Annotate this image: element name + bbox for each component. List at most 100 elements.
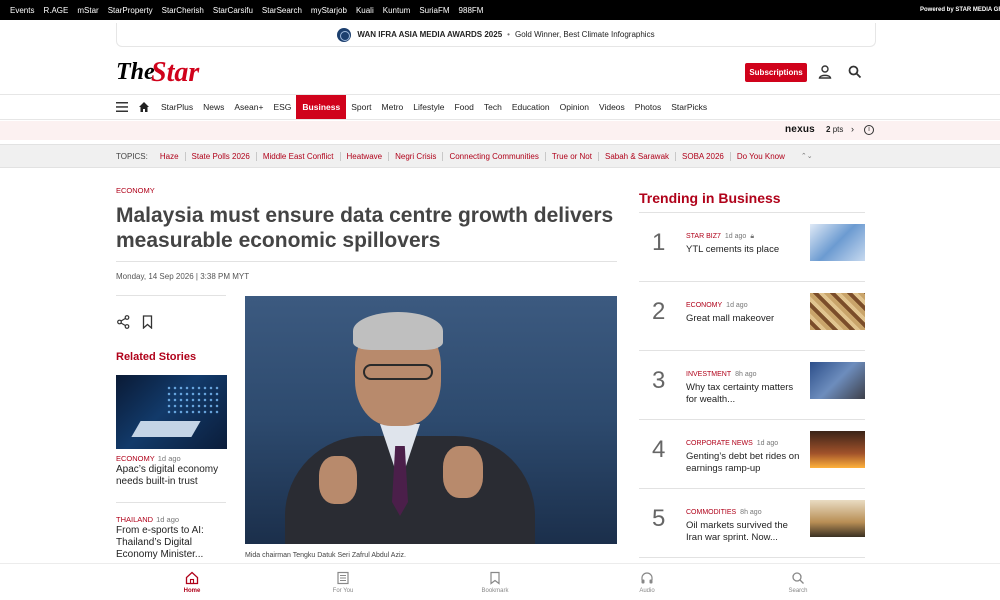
trending-thumbnail[interactable] [810, 362, 865, 399]
article-main-photo [245, 296, 617, 544]
trending-category[interactable]: CORPORATE NEWS [686, 440, 753, 447]
trending-headline[interactable]: Why tax certainty matters for wealth... [686, 382, 806, 406]
nav-business[interactable]: Business [296, 95, 347, 119]
bottom-nav-audio[interactable]: Audio [607, 564, 687, 600]
trending-rank: 4 [652, 436, 666, 463]
article-category[interactable]: ECONOMY [116, 186, 155, 195]
trending-time: 1d ago [756, 440, 779, 447]
nav-asean[interactable]: Asean+ [229, 95, 268, 119]
trending-category[interactable]: STAR BIZ7 [686, 233, 721, 240]
award-subtitle: Gold Winner, Best Climate Infographics [514, 30, 655, 39]
related-story-image[interactable] [116, 375, 227, 449]
topic-link[interactable]: SOBA 2026 [676, 151, 731, 161]
related-story-time: 1d ago [156, 515, 180, 524]
the-star-logo[interactable]: The Star [116, 57, 206, 89]
trending-item[interactable]: 1 STAR BIZ7 1d ago 🔒︎ YTL cements its plac… [639, 213, 865, 282]
network-link-rage[interactable]: R.AGE [43, 6, 68, 15]
related-story-category[interactable]: THAILAND [116, 515, 153, 524]
related-story-title[interactable]: From e-sports to AI: Thailand’s Digital … [116, 525, 226, 561]
network-link-starcherish[interactable]: StarCherish [162, 6, 204, 15]
trending-item[interactable]: 4 CORPORATE NEWS 1d ago Genting’s debt be… [639, 420, 865, 489]
nav-photos[interactable]: Photos [630, 95, 666, 119]
nav-tech[interactable]: Tech [479, 95, 507, 119]
nav-esg[interactable]: ESG [268, 95, 296, 119]
share-icon[interactable] [117, 315, 130, 329]
bottom-nav-for-you[interactable]: For You [303, 564, 383, 600]
related-story-category[interactable]: ECONOMY [116, 454, 155, 463]
topic-link[interactable]: Sabah & Sarawak [599, 151, 677, 161]
info-icon[interactable]: i [864, 125, 874, 135]
photo-hand [443, 446, 483, 498]
chevron-right-icon[interactable]: › [851, 124, 854, 134]
bottom-nav-search[interactable]: Search [758, 564, 838, 600]
network-link-mstar[interactable]: mStar [77, 6, 98, 15]
trending-thumbnail[interactable] [810, 500, 865, 537]
network-link-events[interactable]: Events [10, 6, 34, 15]
trending-category[interactable]: COMMODITIES [686, 509, 736, 516]
nav-opinion[interactable]: Opinion [555, 95, 594, 119]
nav-starplus[interactable]: StarPlus [156, 95, 198, 119]
user-icon[interactable] [817, 64, 833, 80]
nexus-points[interactable]: 2 pts [826, 125, 843, 134]
trending-headline[interactable]: Genting’s debt bet rides on earnings ram… [686, 451, 806, 475]
topic-link[interactable]: Heatwave [341, 151, 390, 161]
topic-link[interactable]: Do You Know [731, 152, 791, 161]
nav-metro[interactable]: Metro [377, 95, 409, 119]
topic-link[interactable]: State Polls 2026 [186, 151, 257, 161]
expand-topics-icon[interactable]: ⌃⌄ [801, 152, 813, 160]
bookmark-icon[interactable] [142, 315, 153, 329]
trending-headline[interactable]: Oil markets survived the Iran war sprint… [686, 520, 806, 544]
search-icon[interactable] [847, 64, 863, 80]
nav-lifestyle[interactable]: Lifestyle [408, 95, 449, 119]
trending-category[interactable]: ECONOMY [686, 302, 722, 309]
network-links: Events R.AGE mStar StarProperty StarCher… [10, 0, 492, 20]
related-story-title[interactable]: Apac’s digital economy needs built-in tr… [116, 464, 226, 488]
topic-link[interactable]: Haze [154, 151, 186, 161]
nav-news[interactable]: News [198, 95, 229, 119]
related-story-time: 1d ago [157, 454, 181, 463]
trending-thumbnail[interactable] [810, 293, 865, 330]
nexus-points-unit: pts [832, 125, 844, 134]
nav-education[interactable]: Education [507, 95, 555, 119]
home-icon[interactable] [138, 101, 150, 113]
trending-item[interactable]: 3 INVESTMENT 8h ago Why tax certainty mat… [639, 351, 865, 420]
nav-food[interactable]: Food [449, 95, 478, 119]
trending-thumbnail[interactable] [810, 431, 865, 468]
bottom-nav-bookmark[interactable]: Bookmark [455, 564, 535, 600]
trending-headline[interactable]: YTL cements its place [686, 244, 806, 256]
photo-hand [319, 456, 357, 504]
search-icon [792, 572, 804, 584]
trending-rank: 1 [652, 229, 666, 256]
article-headline: Malaysia must ensure data centre growth … [116, 204, 614, 252]
award-banner[interactable]: WAN IFRA ASIA MEDIA AWARDS 2025 • Gold W… [116, 23, 876, 47]
network-link-starproperty[interactable]: StarProperty [108, 6, 153, 15]
trending-item[interactable]: 5 COMMODITIES 8h ago Oil markets survived… [639, 489, 865, 558]
trending-meta: CORPORATE NEWS 1d ago [686, 440, 778, 447]
topic-link[interactable]: Middle East Conflict [257, 151, 341, 161]
nexus-brand[interactable]: nexus [785, 124, 815, 135]
hamburger-menu-icon[interactable] [116, 102, 128, 112]
nav-starpicks[interactable]: StarPicks [666, 95, 712, 119]
trending-rank: 2 [652, 298, 666, 325]
trending-headline[interactable]: Great mall makeover [686, 313, 806, 325]
trending-category[interactable]: INVESTMENT [686, 371, 731, 378]
network-link-988fm[interactable]: 988FM [459, 6, 484, 15]
subscriptions-button[interactable]: Subscriptions [745, 63, 807, 82]
network-link-kuntum[interactable]: Kuntum [383, 6, 411, 15]
trending-item[interactable]: 2 ECONOMY 1d ago Great mall makeover [639, 282, 865, 351]
topic-link[interactable]: Connecting Communities [443, 151, 546, 161]
network-link-kuali[interactable]: Kuali [356, 6, 374, 15]
bottom-nav-label: Search [788, 588, 808, 594]
home-icon [185, 571, 199, 585]
topic-link[interactable]: True or Not [546, 151, 599, 161]
trending-meta: COMMODITIES 8h ago [686, 509, 762, 516]
topic-link[interactable]: Negri Crisis [389, 151, 444, 161]
network-link-suriafm[interactable]: SuriaFM [419, 6, 449, 15]
nav-videos[interactable]: Videos [594, 95, 630, 119]
network-link-starcarsifu[interactable]: StarCarsifu [213, 6, 253, 15]
network-link-starsearch[interactable]: StarSearch [262, 6, 302, 15]
nav-sport[interactable]: Sport [346, 95, 376, 119]
trending-thumbnail[interactable] [810, 224, 865, 261]
network-link-mystarjob[interactable]: myStarjob [311, 6, 347, 15]
bottom-nav-home[interactable]: Home [152, 564, 232, 600]
